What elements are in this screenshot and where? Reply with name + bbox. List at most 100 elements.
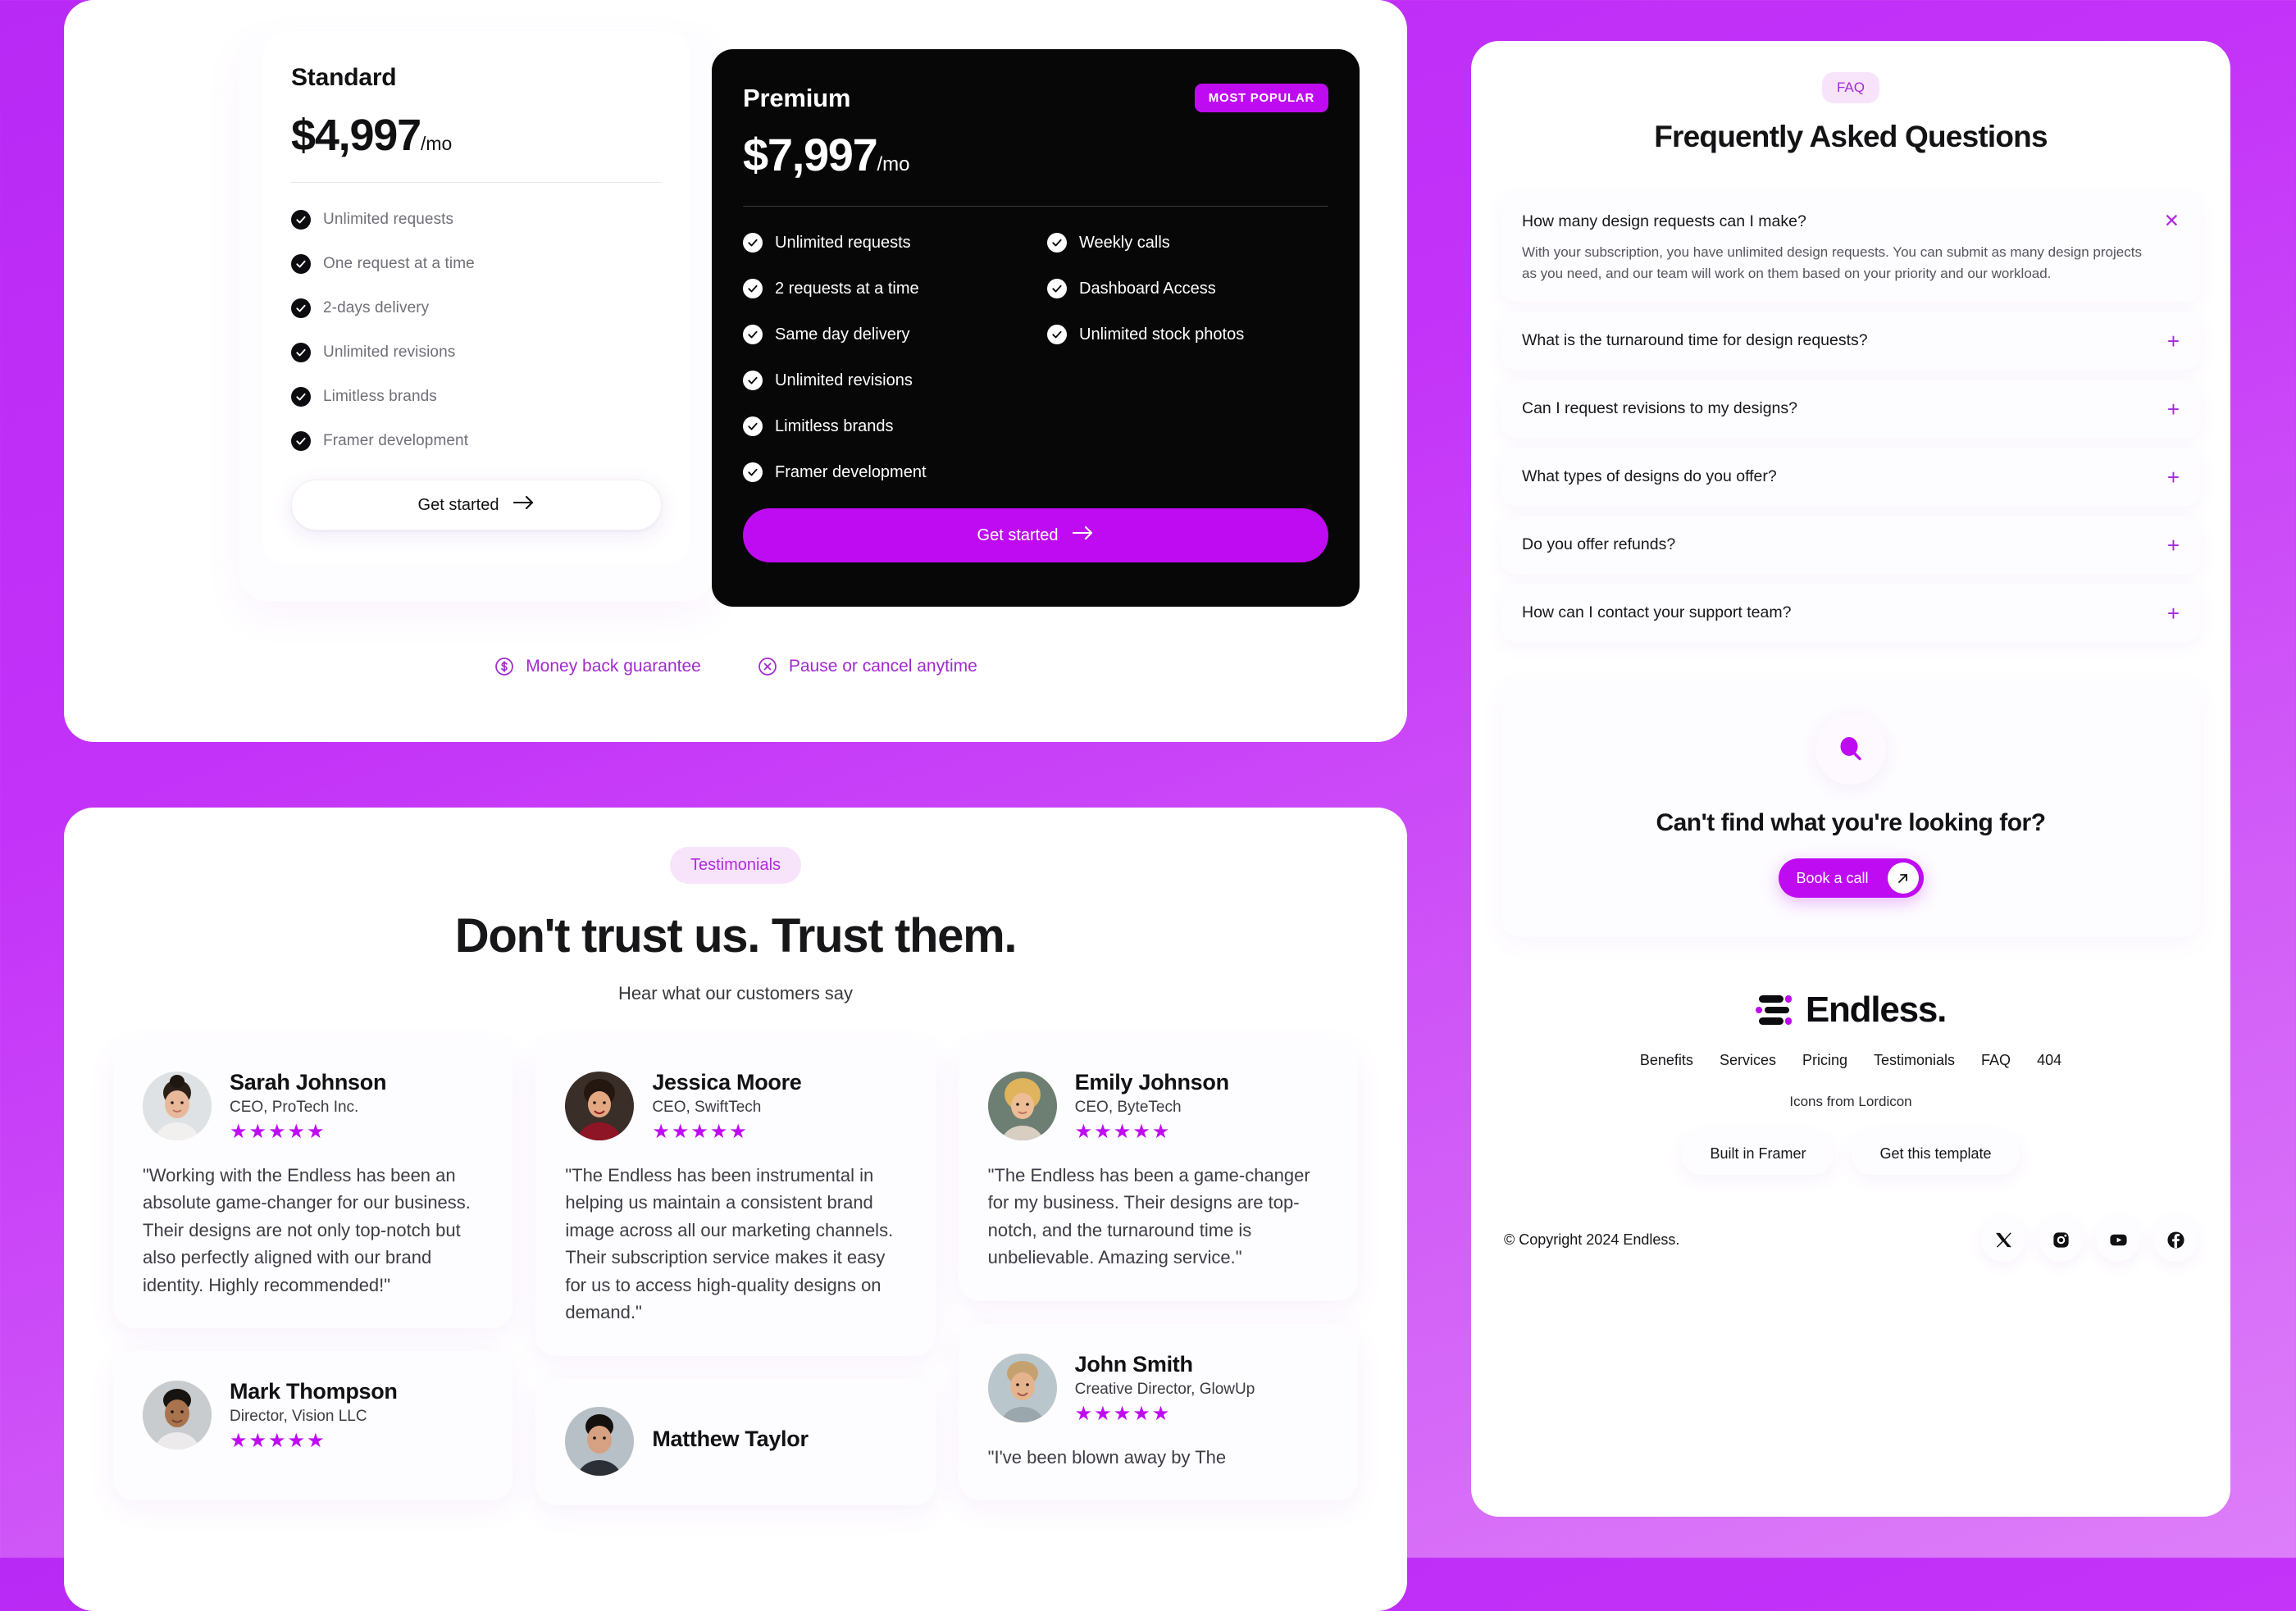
plus-icon[interactable]: + [2167,466,2180,488]
testimonial-name: Sarah Johnson [230,1070,387,1094]
premium-header: Premium MOST POPULAR [743,84,1328,113]
testimonial-card: Sarah Johnson CEO, ProTech Inc. ★★★★★ "W… [113,1042,513,1329]
search-icon [1815,714,1886,785]
faq-question: Do you offer refunds? [1522,535,1676,554]
faq-item-5[interactable]: How can I contact your support team? + [1501,585,2201,643]
feature-item: Framer development [291,419,662,463]
testimonial-column-3: Emily Johnson CEO, ByteTech ★★★★★ "The E… [958,1042,1358,1501]
avatar [565,1072,635,1140]
facebook-icon[interactable] [2153,1217,2198,1263]
faq-question-row[interactable]: How can I contact your support team? + [1522,603,2180,624]
instagram-icon[interactable] [2039,1217,2083,1263]
faq-question-row[interactable]: Can I request revisions to my designs? + [1522,398,2180,420]
testimonial-quote: "Working with the Endless has been an ab… [143,1165,471,1295]
faq-heading: Frequently Asked Questions [1654,120,2048,153]
premium-price-row: $7,997 /mo [743,128,1328,181]
testimonial-name: Mark Thompson [230,1379,398,1404]
book-a-call-label: Book a call [1796,869,1869,886]
footer-link-testimonials[interactable]: Testimonials [1874,1052,1955,1069]
feature-label: Framer development [775,462,927,481]
faq-question: Can I request revisions to my designs? [1522,399,1797,418]
youtube-icon[interactable] [2096,1217,2140,1263]
faq-item-0[interactable]: How many design requests can I make? ✕ W… [1501,193,2201,303]
testimonial-identity: John Smith Creative Director, GlowUp ★★★… [1075,1352,1255,1424]
testimonial-identity: Jessica Moore CEO, SwiftTech ★★★★★ [652,1070,802,1142]
testimonial-identity: Emily Johnson CEO, ByteTech ★★★★★ [1075,1070,1229,1142]
footer-link-faq[interactable]: FAQ [1981,1052,2011,1069]
testimonial-header: Sarah Johnson CEO, ProTech Inc. ★★★★★ [143,1070,483,1142]
testimonial-header: Emily Johnson CEO, ByteTech ★★★★★ [987,1070,1328,1142]
feature-item: Dashboard Access [1047,266,1328,312]
footer-link-404[interactable]: 404 [2037,1052,2061,1069]
avatar [143,1072,212,1140]
check-icon [743,233,763,253]
check-icon [743,325,763,344]
testimonials-panel: Testimonials Don't trust us. Trust them.… [64,808,1407,1611]
close-icon[interactable]: ✕ [2164,212,2180,230]
left-column: Standard $4,997 /mo Unlimited requests O… [64,0,1407,1611]
social-links [1981,1217,2198,1263]
guarantee-pause-cancel: Pause or cancel anytime [757,656,977,677]
testimonial-name: Jessica Moore [652,1070,802,1094]
check-icon [1047,233,1067,253]
plus-icon[interactable]: + [2167,330,2180,352]
faq-question: What is the turnaround time for design r… [1522,331,1868,350]
faq-question-row[interactable]: How many design requests can I make? ✕ [1522,212,2180,231]
avatar [143,1381,212,1450]
footer-logo[interactable]: Endless. [1501,990,2201,1031]
plus-icon[interactable]: + [2167,603,2180,624]
standard-plan-card: Standard $4,997 /mo Unlimited requests O… [263,31,690,564]
feature-item: Same day delivery [743,312,1036,357]
premium-plan-title: Premium [743,84,851,112]
plus-icon[interactable]: + [2167,398,2180,420]
testimonial-name: John Smith [1074,1351,1193,1377]
testimonial-card: Emily Johnson CEO, ByteTech ★★★★★ "The E… [958,1042,1358,1301]
book-a-call-button[interactable]: Book a call [1778,858,1924,899]
standard-plan-title: Standard [291,64,397,91]
testimonial-header: Jessica Moore CEO, SwiftTech ★★★★★ [565,1070,905,1142]
copyright-text: © Copyright 2024 Endless. [1504,1231,1680,1248]
faq-question-row[interactable]: Do you offer refunds? + [1522,535,2180,556]
faq-question-row[interactable]: What is the turnaround time for design r… [1522,330,2180,352]
testimonials-heading: Don't trust us. Trust them. [454,909,1018,963]
premium-cta-label: Get started [977,526,1059,544]
faq-item-3[interactable]: What types of designs do you offer? + [1501,448,2201,507]
faq-item-4[interactable]: Do you offer refunds? + [1501,517,2201,575]
footer-link-pricing[interactable]: Pricing [1802,1052,1847,1069]
standard-get-started-button[interactable]: Get started [291,480,662,530]
arrow-right-icon [513,495,535,515]
feature-label: Unlimited stock photos [1079,325,1245,344]
testimonial-header: John Smith Creative Director, GlowUp ★★★… [987,1352,1328,1424]
feature-label: Weekly calls [1079,233,1170,252]
x-icon[interactable] [1981,1217,2025,1263]
get-this-template-button[interactable]: Get this template [1852,1133,2020,1176]
arrow-up-right-icon [1887,862,1919,894]
premium-price-suffix: /mo [877,153,910,175]
check-icon [743,279,763,298]
feature-label: Same day delivery [775,325,910,344]
feature-label: Limitless brands [775,416,894,435]
testimonial-card: Matthew Taylor [535,1378,936,1505]
testimonial-role: Creative Director, GlowUp [1074,1380,1255,1398]
footer-link-services[interactable]: Services [1720,1052,1776,1069]
feature-label: Unlimited revisions [323,344,456,361]
built-in-framer-button[interactable]: Built in Framer [1682,1133,1834,1176]
plus-icon[interactable]: + [2167,535,2180,556]
testimonials-subheading: Hear what our customers say [617,983,854,1003]
premium-plan-card: Premium MOST POPULAR $7,997 /mo Unlimite… [712,49,1360,607]
arrow-right-icon [1073,526,1094,545]
feature-item: Framer development [743,449,1036,495]
footer-link-benefits[interactable]: Benefits [1640,1052,1693,1069]
feature-label: 2 requests at a time [775,279,919,298]
feature-item: Unlimited requests [743,220,1036,266]
testimonial-card: Mark Thompson Director, Vision LLC ★★★★★ [113,1351,513,1501]
faq-item-1[interactable]: What is the turnaround time for design r… [1501,312,2201,371]
check-icon [291,387,311,407]
avatar [565,1406,635,1476]
premium-get-started-button[interactable]: Get started [743,508,1328,562]
faq-item-2[interactable]: Can I request revisions to my designs? + [1501,380,2201,439]
testimonial-role: CEO, ByteTech [1074,1099,1182,1116]
premium-price: $7,997 [743,129,878,180]
faq-question-row[interactable]: What types of designs do you offer? + [1522,466,2180,488]
feature-label: Dashboard Access [1079,279,1216,298]
